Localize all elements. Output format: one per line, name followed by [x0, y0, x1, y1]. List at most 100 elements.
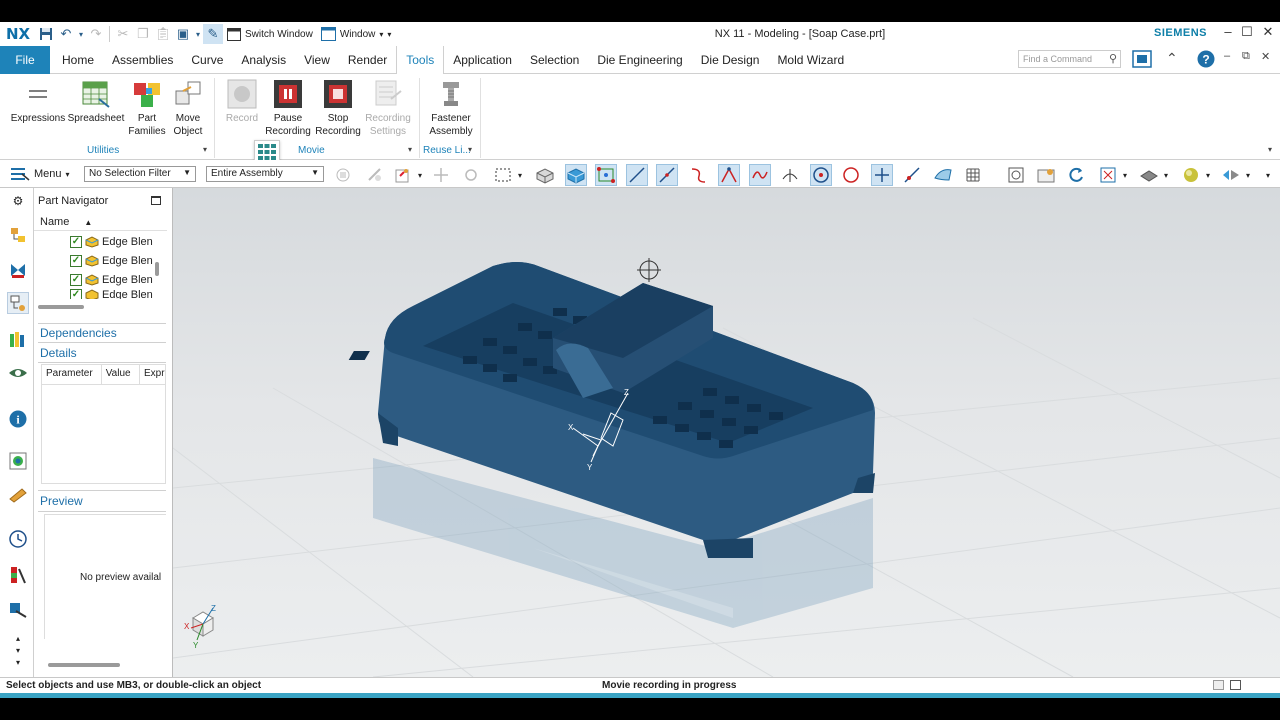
point-on-curve-icon[interactable]: [901, 164, 923, 186]
list-item[interactable]: ✓ Edge Blen: [70, 232, 153, 251]
center-snap-icon[interactable]: [810, 164, 832, 186]
paste-icon[interactable]: 📋︎: [153, 24, 173, 44]
tab-render[interactable]: Render: [339, 46, 396, 74]
rectangle-select-icon[interactable]: [492, 164, 514, 186]
assembly-navigator-icon[interactable]: [7, 224, 29, 246]
orient-dropdown-icon[interactable]: ▾: [1119, 164, 1131, 186]
fit-view-icon[interactable]: [1005, 164, 1027, 186]
history-icon[interactable]: [7, 528, 29, 550]
rotate-view-icon[interactable]: [1065, 164, 1087, 186]
doc-minimize-icon[interactable]: –: [1224, 50, 1230, 62]
undo-dropdown-icon[interactable]: ▾: [76, 24, 86, 44]
expressions-button[interactable]: Expressions: [8, 78, 68, 125]
grid-snap-icon[interactable]: [962, 164, 984, 186]
rectangle-dropdown-icon[interactable]: ▾: [514, 164, 526, 186]
visibility-checkbox[interactable]: ✓: [70, 254, 82, 267]
status-icon-1[interactable]: [1213, 680, 1224, 690]
background-dropdown-icon[interactable]: ▾: [1202, 164, 1214, 186]
zoom-icon[interactable]: [1035, 164, 1057, 186]
tab-tools[interactable]: Tools: [396, 45, 445, 75]
reuse-library-icon[interactable]: [7, 328, 29, 350]
rotate-handle-icon[interactable]: [460, 164, 482, 186]
part-navigator-icon[interactable]: [7, 292, 29, 314]
copy-icon[interactable]: ❐: [133, 24, 153, 44]
midpoint-snap-icon[interactable]: [656, 164, 678, 186]
navigator-vertical-scrollbar[interactable]: [155, 262, 159, 276]
collapse-ribbon-icon[interactable]: ⌃: [1166, 50, 1178, 67]
layer-dropdown-icon[interactable]: ▾: [1242, 164, 1254, 186]
palette-icon[interactable]: [7, 484, 29, 506]
doc-restore-icon[interactable]: ⧉: [1242, 50, 1250, 63]
info-icon[interactable]: i: [7, 408, 29, 430]
undo-icon[interactable]: ↶: [56, 24, 76, 44]
cut-icon[interactable]: ✂: [113, 24, 133, 44]
navigator-horizontal-scrollbar[interactable]: [38, 305, 84, 309]
body-select-icon[interactable]: [534, 164, 556, 186]
vertex-snap-icon[interactable]: [718, 164, 740, 186]
eye-icon[interactable]: [7, 362, 29, 384]
snap-dropdown-icon[interactable]: ▾: [414, 164, 426, 186]
tab-mold-wizard[interactable]: Mold Wizard: [768, 46, 853, 74]
tab-assemblies[interactable]: Assemblies: [103, 46, 182, 74]
line-snap-icon[interactable]: [626, 164, 648, 186]
name-column-header[interactable]: Name ▲: [34, 214, 167, 231]
background-icon[interactable]: [1180, 164, 1202, 186]
render-dropdown-icon[interactable]: ▾: [1160, 164, 1172, 186]
save-icon[interactable]: [36, 24, 56, 44]
list-item[interactable]: ✓ Edge Blen: [70, 251, 153, 270]
snap-all-icon[interactable]: [595, 164, 617, 186]
touch-mode-icon[interactable]: ▣: [173, 24, 193, 44]
visibility-checkbox[interactable]: ✓: [70, 273, 82, 286]
reset-filter-icon[interactable]: [364, 164, 386, 186]
utilities-dropdown-icon[interactable]: ▾: [203, 145, 207, 154]
parameter-column-header[interactable]: Parameter: [42, 365, 102, 384]
help-icon[interactable]: ?: [1197, 50, 1215, 71]
status-icon-2[interactable]: [1230, 680, 1241, 690]
tab-view[interactable]: View: [295, 46, 339, 74]
dependencies-header[interactable]: Dependencies: [40, 326, 117, 340]
preview-horizontal-scrollbar[interactable]: [48, 663, 120, 667]
visibility-checkbox[interactable]: ✓: [70, 289, 82, 299]
render-style-icon[interactable]: [1138, 164, 1160, 186]
movie-dropdown-icon[interactable]: ▾: [408, 145, 412, 154]
tab-analysis[interactable]: Analysis: [232, 46, 295, 74]
tab-die-design[interactable]: Die Design: [692, 46, 769, 74]
selection-filter-select[interactable]: No Selection Filter ▼: [84, 166, 196, 182]
move-object-button[interactable]: Move Object: [158, 78, 218, 138]
expression-column-header[interactable]: Expr: [140, 365, 165, 384]
list-item[interactable]: ✓ Edge Blen: [70, 270, 153, 289]
list-item[interactable]: ✓ Edge Blen: [70, 289, 153, 299]
feature-select-icon[interactable]: [565, 164, 587, 186]
tab-home[interactable]: Home: [53, 46, 103, 74]
spline-snap-icon[interactable]: [749, 164, 771, 186]
system-materials-icon[interactable]: [7, 564, 29, 586]
tab-file[interactable]: File: [0, 45, 50, 74]
visibility-checkbox[interactable]: ✓: [70, 235, 82, 248]
tangent-snap-icon[interactable]: [779, 164, 801, 186]
tab-application[interactable]: Application: [444, 46, 521, 74]
scroll-end-icon[interactable]: ▾: [7, 656, 29, 668]
tab-curve[interactable]: Curve: [182, 46, 232, 74]
command-finder-input[interactable]: Find a Command ⚲: [1018, 50, 1121, 68]
selection-tool-icon[interactable]: ✎: [203, 24, 223, 44]
curve-snap-icon[interactable]: [687, 164, 709, 186]
snap-point-icon[interactable]: [392, 164, 414, 186]
menu-button[interactable]: Menu ▾: [10, 166, 70, 182]
orient-view-icon[interactable]: [1097, 164, 1119, 186]
gear-icon[interactable]: ⚙: [7, 190, 29, 212]
scroll-down-icon[interactable]: ▾: [7, 644, 29, 656]
ribbon-overflow-icon[interactable]: ▾: [1268, 145, 1272, 154]
tab-selection[interactable]: Selection: [521, 46, 588, 74]
intersection-snap-icon[interactable]: [871, 164, 893, 186]
scroll-up-icon[interactable]: ▴: [7, 632, 29, 644]
surface-point-icon[interactable]: [932, 164, 954, 186]
process-studio-icon[interactable]: [7, 598, 29, 620]
scope-select[interactable]: Entire Assembly ▼: [206, 166, 324, 182]
maximize-panel-icon[interactable]: [151, 196, 161, 205]
web-browser-icon[interactable]: [7, 450, 29, 472]
tab-die-engineering[interactable]: Die Engineering: [588, 46, 691, 74]
touch-mode-dropdown-icon[interactable]: ▾: [193, 24, 203, 44]
doc-close-icon[interactable]: ✕: [1261, 50, 1270, 63]
preview-header[interactable]: Preview: [40, 494, 83, 508]
work-layer-icon[interactable]: [1220, 164, 1242, 186]
